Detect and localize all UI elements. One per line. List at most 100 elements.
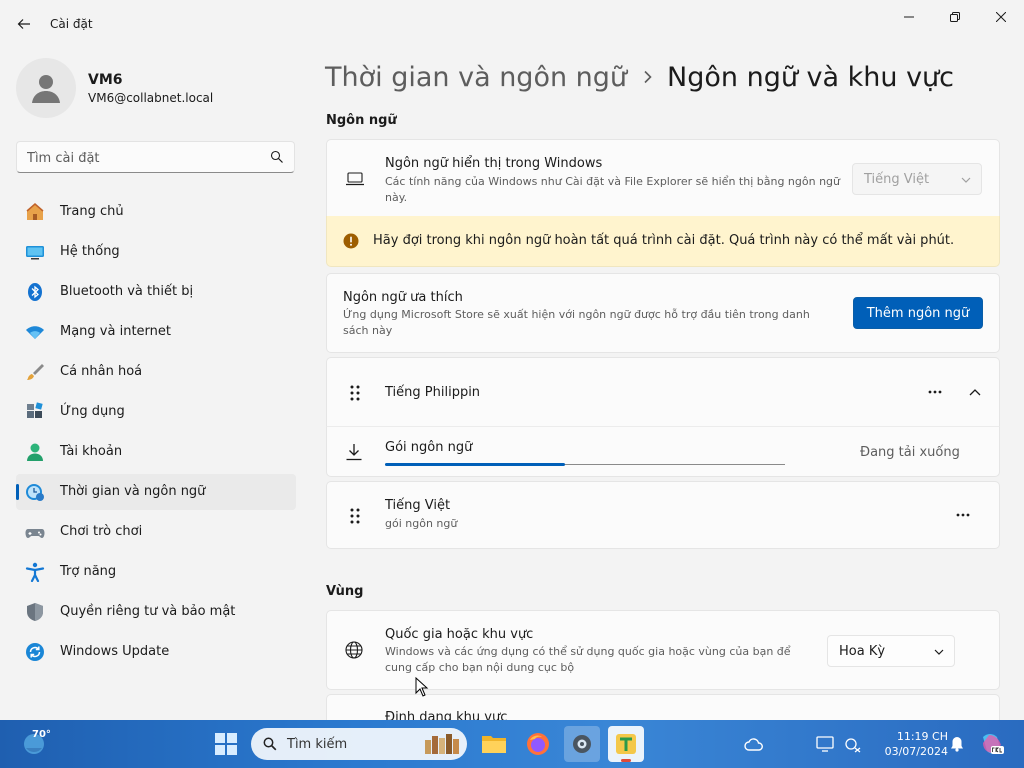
sidebar-item-label: Mạng và internet	[60, 324, 171, 339]
sidebar-item-label: Tài khoản	[60, 444, 123, 459]
user-avatar-icon	[32, 75, 60, 103]
more-options-icon	[928, 390, 942, 394]
regional-format-card[interactable]: Định dạng khu vực	[326, 694, 1000, 720]
display-language-title: Ngôn ngữ hiển thị trong Windows	[385, 156, 603, 171]
preferred-languages-card: Ngôn ngữ ưa thích Ứng dụng Microsoft Sto…	[326, 273, 1000, 353]
preferred-languages-title: Ngôn ngữ ưa thích	[343, 290, 463, 305]
settings-gear-icon	[573, 735, 591, 753]
sidebar-item-personalization[interactable]: Cá nhân hoá	[16, 354, 296, 390]
taskbar-settings[interactable]	[564, 726, 600, 762]
weather-temp: 70°	[32, 729, 51, 740]
download-status: Đang tải xuống	[860, 445, 960, 460]
sidebar-item-label: Cá nhân hoá	[60, 364, 143, 379]
chevron-down-icon	[934, 649, 944, 655]
gamepad-icon	[25, 522, 45, 542]
display-language-value: Tiếng Việt	[864, 171, 930, 187]
preferred-languages-desc-1: Ứng dụng Microsoft Store sẽ xuất hiện vớ…	[343, 308, 810, 321]
cloud-icon	[744, 738, 763, 751]
minimize-button[interactable]	[886, 4, 932, 30]
add-language-button[interactable]: Thêm ngôn ngữ	[853, 297, 983, 329]
sidebar-item-bluetooth[interactable]: Bluetooth và thiết bị	[16, 274, 296, 310]
accessibility-icon	[25, 562, 45, 582]
user-name: VM6	[88, 72, 123, 88]
drag-handle-icon[interactable]	[349, 507, 361, 525]
back-button[interactable]	[10, 10, 38, 38]
language-more-button[interactable]	[921, 378, 949, 406]
sidebar-item-label: Trang chủ	[60, 204, 124, 219]
sidebar-item-gaming[interactable]: Chơi trò chơi	[16, 514, 296, 550]
country-value: Hoa Kỳ	[839, 643, 886, 659]
language-item-filipino[interactable]: Tiếng Philippin	[326, 357, 1000, 427]
clock-time: 11:19 CH	[896, 730, 948, 743]
time-language-icon	[25, 482, 45, 502]
sidebar-item-label: Thời gian và ngôn ngữ	[60, 484, 206, 499]
collapse-button[interactable]	[961, 378, 989, 406]
maximize-button[interactable]	[932, 4, 978, 30]
preferred-languages-desc-2: sách này	[343, 324, 393, 337]
install-warning-bar: Hãy đợi trong khi ngôn ngữ hoàn tất quá …	[326, 216, 1000, 267]
notifications-button[interactable]	[946, 726, 968, 762]
apps-icon	[25, 402, 45, 422]
clock-date: 03/07/2024	[884, 745, 948, 758]
system-icon	[25, 242, 45, 262]
taskbar-search[interactable]: Tìm kiếm	[251, 728, 467, 760]
country-region-desc-1: Windows và các ứng dụng có thể sử dụng q…	[385, 645, 791, 658]
app-tile-icon	[616, 734, 636, 754]
sidebar-nav: Trang chủ Hệ thống Bluetooth và thiết bị…	[16, 194, 296, 674]
update-icon	[25, 642, 45, 662]
active-app-indicator	[621, 759, 631, 762]
wifi-icon	[25, 322, 45, 342]
breadcrumb-parent[interactable]: Thời gian và ngôn ngữ	[325, 62, 627, 93]
language-name: Tiếng Philippin	[385, 385, 481, 400]
copilot-button[interactable]	[974, 726, 1010, 762]
taskbar-clock[interactable]: 11:19 CH 03/07/2024	[872, 729, 948, 759]
close-button[interactable]	[978, 4, 1024, 30]
drag-handle-icon[interactable]	[349, 384, 361, 402]
minimize-icon	[904, 16, 914, 18]
language-name: Tiếng Việt	[385, 498, 451, 513]
language-more-button[interactable]	[949, 501, 977, 529]
sidebar-item-privacy[interactable]: Quyền riêng tư và bảo mật	[16, 594, 296, 630]
taskbar: 70° Tìm kiếm 11:19 CH 03/07/2024	[0, 720, 1024, 768]
sidebar-item-windows-update[interactable]: Windows Update	[16, 634, 296, 670]
laptop-icon	[346, 172, 364, 186]
sidebar-item-time-language[interactable]: Thời gian và ngôn ngữ	[16, 474, 296, 510]
display-tray[interactable]	[812, 726, 838, 762]
account-icon	[25, 442, 45, 462]
language-pack-row: Gói ngôn ngữ Đang tải xuống	[326, 426, 1000, 477]
shield-icon	[25, 602, 45, 622]
taskbar-search-label: Tìm kiếm	[287, 737, 348, 752]
sidebar-item-accounts[interactable]: Tài khoản	[16, 434, 296, 470]
sidebar-item-label: Windows Update	[60, 644, 170, 659]
title-bar: Cài đặt	[0, 0, 1024, 48]
weather-widget[interactable]: 70°	[14, 726, 64, 762]
taskbar-app[interactable]	[608, 726, 644, 762]
start-button[interactable]	[208, 726, 244, 762]
copilot-icon	[983, 734, 1004, 754]
monitor-icon	[816, 736, 834, 752]
search-icon[interactable]	[270, 150, 284, 164]
network-tray[interactable]	[840, 726, 866, 762]
country-dropdown[interactable]: Hoa Kỳ	[827, 635, 955, 667]
network-icon	[845, 738, 861, 753]
breadcrumb: Thời gian và ngôn ngữ Ngôn ngữ và khu vự…	[325, 57, 954, 97]
display-language-desc-2: này.	[385, 191, 408, 204]
sidebar-item-system[interactable]: Hệ thống	[16, 234, 296, 270]
taskbar-file-explorer[interactable]	[476, 726, 512, 762]
more-options-icon	[956, 513, 970, 517]
sidebar-item-apps[interactable]: Ứng dụng	[16, 394, 296, 430]
sidebar-item-network[interactable]: Mạng và internet	[16, 314, 296, 350]
sidebar-item-accessibility[interactable]: Trợ năng	[16, 554, 296, 590]
taskbar-firefox[interactable]	[520, 726, 556, 762]
display-language-dropdown[interactable]: Tiếng Việt	[852, 163, 982, 195]
user-profile[interactable]: VM6 VM6@collabnet.local	[16, 56, 296, 120]
home-icon	[25, 202, 45, 222]
chevron-up-icon	[969, 389, 981, 396]
country-region-desc-2: cung cấp cho bạn nội dung cục bộ	[385, 661, 575, 674]
search-input[interactable]	[27, 148, 267, 168]
language-item-vietnamese[interactable]: Tiếng Việt gói ngôn ngữ	[326, 481, 1000, 549]
regional-format-title: Định dạng khu vực	[385, 710, 508, 720]
sidebar-item-home[interactable]: Trang chủ	[16, 194, 296, 230]
settings-search[interactable]	[16, 141, 295, 173]
onedrive-tray[interactable]	[736, 726, 772, 762]
